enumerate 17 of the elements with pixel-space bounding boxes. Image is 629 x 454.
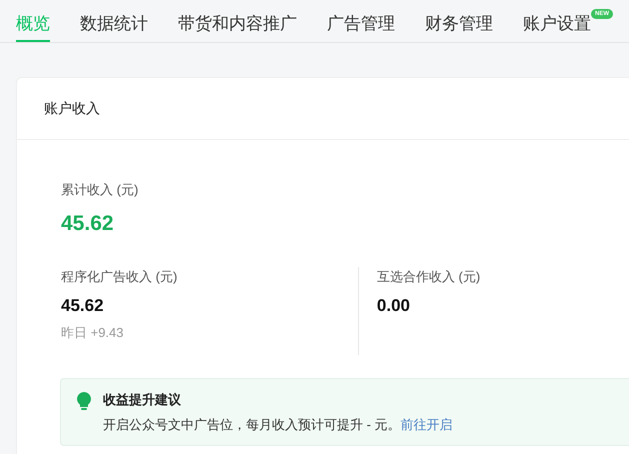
tip-text: 开启公众号文中广告位，每月收入预计可提升 - 元。 bbox=[103, 417, 401, 432]
metric-value: 45.62 bbox=[61, 210, 115, 236]
enable-link[interactable]: 前往开启 bbox=[400, 417, 453, 432]
tab[interactable]: 账户设置 bbox=[523, 15, 591, 42]
metric-label: 程序化广告收入 (元) bbox=[61, 268, 178, 286]
tab[interactable]: 带货和内容推广 bbox=[178, 15, 297, 42]
lightbulb-icon bbox=[77, 392, 91, 410]
metric-label: 累计收入 (元) bbox=[61, 181, 140, 199]
metric-label: 互选合作收入 (元) bbox=[376, 268, 482, 286]
yesterday-change: 昨日 +9.43 bbox=[61, 324, 125, 342]
tab[interactable]: 财务管理 bbox=[425, 15, 493, 42]
tab[interactable]: 广告管理 bbox=[327, 15, 395, 42]
metric-value: 0.00 bbox=[376, 294, 411, 316]
tab[interactable]: 数据统计 bbox=[80, 15, 148, 42]
metric-value: 45.62 bbox=[61, 294, 105, 316]
card-title: 账户收入 bbox=[44, 99, 100, 118]
tip-title: 收益提升建议 bbox=[103, 390, 182, 408]
